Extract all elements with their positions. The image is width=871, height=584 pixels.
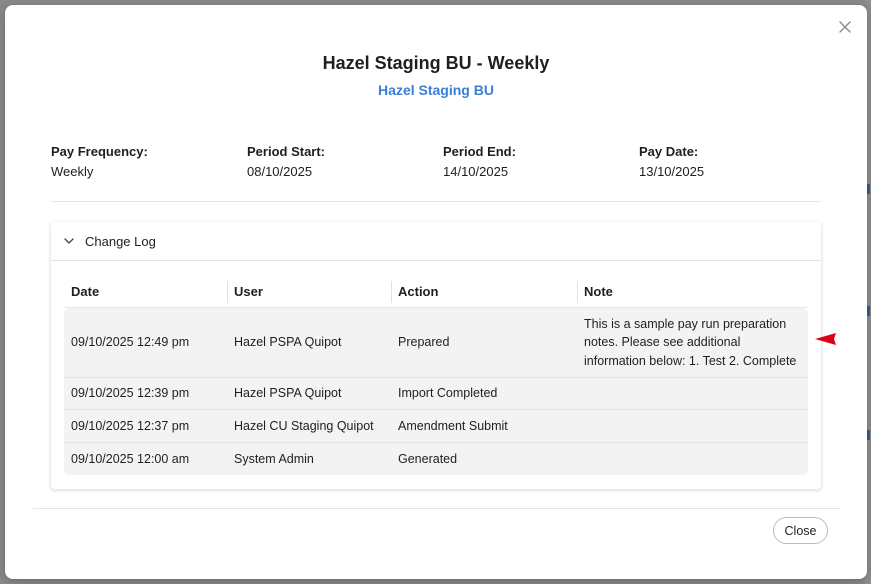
pay-frequency-field: Pay Frequency: Weekly (51, 144, 241, 179)
close-icon[interactable] (837, 19, 853, 35)
cell-date: 09/10/2025 12:37 pm (71, 418, 190, 433)
pay-frequency-label: Pay Frequency: (51, 144, 148, 159)
cell-action: Import Completed (398, 386, 498, 401)
change-log-title: Change Log (85, 233, 156, 249)
pay-run-modal: Hazel Staging BU - Weekly Hazel Staging … (5, 5, 867, 579)
red-arrow-icon (815, 333, 836, 345)
close-button[interactable]: Close (773, 517, 828, 544)
pay-date-label: Pay Date: (639, 144, 699, 159)
table-row[interactable]: 09/10/2025 12:49 pm Hazel PSPA Quipot Pr… (64, 308, 808, 378)
footer-divider (33, 508, 840, 509)
chevron-down-icon (64, 238, 74, 244)
period-end-label: Period End: (443, 144, 516, 159)
table-header: Date User Action Note (64, 276, 808, 308)
period-start-field: Period Start: 08/10/2025 (247, 144, 437, 179)
pay-frequency-value: Weekly (51, 164, 94, 179)
table-row[interactable]: 09/10/2025 12:39 pm Hazel PSPA Quipot Im… (64, 378, 808, 410)
period-start-value: 08/10/2025 (247, 164, 313, 179)
cell-date: 09/10/2025 12:49 pm (71, 335, 190, 350)
cell-user: Hazel PSPA Quipot (234, 386, 342, 401)
cell-action: Generated (398, 451, 458, 466)
change-log-toggle[interactable]: Change Log (51, 222, 821, 261)
modal-title: Hazel Staging BU - Weekly (322, 53, 550, 73)
table-row[interactable]: 09/10/2025 12:37 pm Hazel CU Staging Qui… (64, 410, 808, 443)
cell-date: 09/10/2025 12:39 pm (71, 386, 190, 401)
pay-run-info: Pay Frequency: Weekly Period Start: 08/1… (51, 144, 841, 184)
pay-date-value: 13/10/2025 (639, 164, 705, 179)
cell-user: System Admin (234, 451, 314, 466)
modal-subtitle: Hazel Staging BU (378, 82, 494, 98)
column-header-date[interactable]: Date (64, 281, 227, 303)
period-start-label: Period Start: (247, 144, 326, 159)
column-header-action[interactable]: Action (391, 280, 577, 303)
table-body: 09/10/2025 12:49 pm Hazel PSPA Quipot Pr… (64, 308, 808, 475)
divider (51, 201, 821, 202)
cell-note: This is a sample pay run preparation not… (584, 316, 797, 368)
table-row[interactable]: 09/10/2025 12:00 am System Admin Generat… (64, 443, 808, 475)
pay-date-field: Pay Date: 13/10/2025 (639, 144, 829, 179)
cell-action: Amendment Submit (398, 418, 508, 433)
cell-date: 09/10/2025 12:00 am (71, 451, 190, 466)
cell-user: Hazel CU Staging Quipot (234, 418, 374, 433)
change-log-panel: Change Log Date User Action Note 09/10/2… (51, 222, 821, 489)
period-end-value: 14/10/2025 (443, 164, 509, 179)
period-end-field: Period End: 14/10/2025 (443, 144, 633, 179)
column-header-note[interactable]: Note (577, 280, 808, 303)
cell-user: Hazel PSPA Quipot (234, 335, 342, 350)
change-log-table: Date User Action Note 09/10/2025 12:49 p… (64, 276, 808, 475)
cell-action: Prepared (398, 335, 450, 350)
column-header-user[interactable]: User (227, 280, 391, 303)
